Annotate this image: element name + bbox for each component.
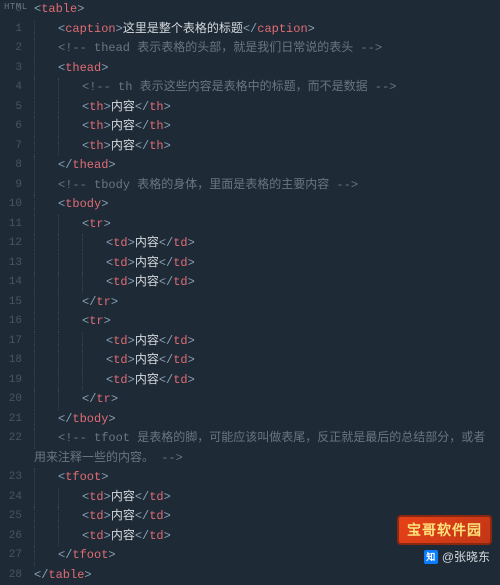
code-line[interactable]: <!-- th 表示这些内容是表格中的标题，而不是数据 --> [34, 78, 500, 98]
code-line[interactable]: <td>内容</td> [34, 273, 500, 293]
language-label: HTML [0, 0, 32, 14]
code-line[interactable]: <th>内容</th> [34, 98, 500, 118]
code-editor[interactable]: 0123456789101112131415161718192021222324… [0, 0, 500, 585]
code-line[interactable]: </thead> [34, 156, 500, 176]
code-line[interactable]: <!-- tbody 表格的身体，里面是表格的主要内容 --> [34, 176, 500, 196]
code-area[interactable]: <table><caption>这里是整个表格的标题</caption><!--… [30, 0, 500, 585]
code-line[interactable]: <th>内容</th> [34, 137, 500, 157]
code-line[interactable]: <th>内容</th> [34, 117, 500, 137]
code-line[interactable]: <td>内容</td> [34, 234, 500, 254]
code-line[interactable]: <td>内容</td> [34, 332, 500, 352]
code-line[interactable]: </tr> [34, 390, 500, 410]
code-line[interactable]: <!-- tfoot 是表格的脚，可能应该叫做表尾，反正就是最后的总结部分，或者 [34, 429, 500, 449]
code-line[interactable]: <tbody> [34, 195, 500, 215]
code-line[interactable]: </tbody> [34, 410, 500, 430]
code-line[interactable]: <!-- thead 表示表格的头部，就是我们日常说的表头 --> [34, 39, 500, 59]
line-number-gutter: 0123456789101112131415161718192021222324… [0, 0, 30, 585]
zhihu-watermark: 知 @张晓东 [424, 548, 490, 565]
code-line[interactable]: <td>内容</td> [34, 371, 500, 391]
code-line[interactable]: <table> [34, 0, 500, 20]
code-line[interactable]: <tr> [34, 215, 500, 235]
code-line[interactable]: <td>内容</td> [34, 351, 500, 371]
code-line[interactable]: <caption>这里是整个表格的标题</caption> [34, 20, 500, 40]
code-line[interactable]: <td>内容</td> [34, 254, 500, 274]
zhihu-icon: 知 [424, 550, 438, 564]
code-line[interactable]: <td>内容</td> [34, 488, 500, 508]
watermark-badge: 宝哥软件园 [397, 515, 492, 545]
code-line[interactable]: </tr> [34, 293, 500, 313]
code-line[interactable]: <thead> [34, 59, 500, 79]
code-line[interactable]: <tr> [34, 312, 500, 332]
code-line[interactable]: </table> [34, 566, 500, 585]
code-line[interactable]: 用来注释一些的内容。 --> [34, 449, 500, 469]
code-line[interactable]: <tfoot> [34, 468, 500, 488]
zhihu-author: @张晓东 [442, 548, 490, 565]
